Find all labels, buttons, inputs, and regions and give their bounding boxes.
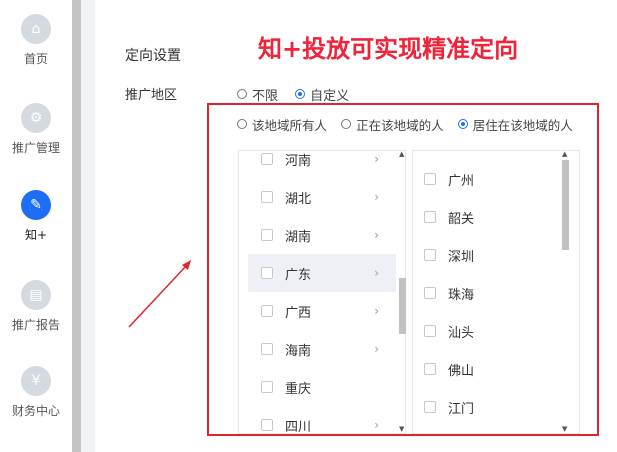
province-name: 河南 (285, 153, 312, 169)
checkbox[interactable] (261, 305, 273, 317)
sidebar-item-zhiplus[interactable]: ✎ 知+ (0, 190, 72, 243)
radio-currently-in-region[interactable]: 正在该地域的人 (341, 115, 444, 134)
radio-checked-icon (295, 89, 306, 99)
list-item-province[interactable]: 湖南 › (239, 216, 396, 254)
radio-label: 该地域所有人 (252, 117, 328, 133)
list-item-city[interactable]: 江门 (413, 392, 474, 422)
report-icon: ▤ (21, 280, 51, 310)
list-item-province[interactable]: 重庆 (239, 368, 396, 406)
chevron-right-icon: › (374, 418, 379, 432)
list-item-city[interactable]: 韶关 (413, 202, 474, 232)
checkbox[interactable] (424, 325, 436, 337)
radio-custom[interactable]: 自定义 (295, 85, 349, 104)
city-scrollbar-thumb[interactable] (562, 160, 569, 250)
checkbox[interactable] (424, 211, 436, 223)
list-item-city[interactable]: 深圳 (413, 240, 474, 270)
city-name: 广州 (448, 173, 475, 189)
checkbox[interactable] (261, 267, 273, 279)
checkbox[interactable] (261, 381, 273, 393)
city-list: 广州 韶关 深圳 珠海 汕头 佛山 江门 (412, 150, 580, 434)
chevron-right-icon: › (374, 266, 379, 280)
radio-icon (237, 89, 247, 99)
city-name: 佛山 (448, 363, 475, 379)
checkbox[interactable] (261, 153, 273, 165)
checkbox[interactable] (261, 343, 273, 355)
list-item-province[interactable]: 河南 › (239, 151, 396, 178)
radio-label: 不限 (252, 88, 279, 104)
scroll-down-icon[interactable]: ▼ (562, 425, 567, 433)
list-item-city[interactable]: 汕头 (413, 316, 474, 346)
sidebar-scrollbar[interactable] (72, 0, 81, 452)
region-label: 推广地区 (125, 88, 178, 103)
resident-type-radio-group: 该地域所有人 正在该地域的人 居住在该地域的人 (237, 114, 582, 134)
radio-label: 居住在该地域的人 (472, 117, 573, 133)
checkbox[interactable] (261, 191, 273, 203)
city-name: 江门 (448, 401, 475, 417)
chevron-right-icon: › (374, 152, 379, 166)
radio-label: 正在该地域的人 (356, 117, 444, 133)
divider (81, 0, 95, 452)
checkbox[interactable] (424, 401, 436, 413)
list-item-province[interactable]: 湖北 › (239, 178, 396, 216)
home-icon: ⌂ (21, 14, 51, 44)
headline-banner: 知+投放可实现精准定向 (258, 35, 519, 63)
province-name: 重庆 (285, 381, 312, 397)
sidebar: ⌂ 首页 ⚙ 推广管理 ✎ 知+ ▤ 推广报告 ¥ 财务中心 (0, 0, 72, 452)
scroll-down-icon[interactable]: ▼ (399, 425, 404, 433)
checkbox[interactable] (261, 229, 273, 241)
chevron-right-icon: › (374, 228, 379, 242)
sidebar-item-home[interactable]: ⌂ 首页 (0, 14, 72, 67)
sidebar-item-promotion-report[interactable]: ▤ 推广报告 (0, 280, 72, 333)
chevron-right-icon: › (374, 190, 379, 204)
list-item-city[interactable]: 珠海 (413, 278, 474, 308)
region-scope-radio-group: 不限 自定义 (237, 84, 361, 104)
checkbox[interactable] (261, 419, 273, 431)
checkbox[interactable] (424, 287, 436, 299)
province-name: 湖南 (285, 229, 312, 245)
checkbox[interactable] (424, 363, 436, 375)
checkbox[interactable] (424, 173, 436, 185)
radio-living-in-region[interactable]: 居住在该地域的人 (457, 115, 573, 134)
yen-icon: ¥ (21, 366, 51, 396)
chevron-right-icon: › (374, 304, 379, 318)
province-name: 广东 (285, 267, 312, 283)
city-name: 汕头 (448, 325, 475, 341)
city-name: 深圳 (448, 249, 475, 265)
sidebar-item-label: 财务中心 (11, 404, 60, 418)
gear-icon: ⚙ (21, 103, 51, 133)
province-name: 湖北 (285, 191, 312, 207)
province-list: 河南 › 湖北 › 湖南 › 广东 › 广西 › 海南 › 重庆 四川 › (238, 150, 406, 434)
radio-checked-icon (457, 119, 468, 129)
list-item-province-selected[interactable]: 广东 › (248, 254, 396, 292)
province-name: 四川 (285, 419, 312, 434)
sidebar-item-label: 推广管理 (11, 141, 60, 155)
list-item-city[interactable]: 佛山 (413, 354, 474, 384)
sidebar-item-finance[interactable]: ¥ 财务中心 (0, 366, 72, 419)
radio-all-people[interactable]: 该地域所有人 (237, 115, 327, 134)
city-name: 珠海 (448, 287, 475, 303)
section-title: 定向设置 (125, 48, 181, 64)
list-item-province[interactable]: 广西 › (239, 292, 396, 330)
chevron-right-icon: › (374, 342, 379, 356)
radio-icon (237, 119, 247, 129)
radio-icon (341, 119, 352, 129)
scroll-up-icon[interactable]: ▲ (562, 150, 567, 158)
city-name: 韶关 (448, 211, 475, 227)
edit-icon: ✎ (21, 190, 51, 220)
radio-unlimited[interactable]: 不限 (237, 85, 278, 104)
sidebar-item-label: 知+ (24, 228, 48, 242)
scroll-up-icon[interactable]: ▲ (399, 150, 404, 158)
checkbox[interactable] (424, 249, 436, 261)
list-item-province[interactable]: 海南 › (239, 330, 396, 368)
sidebar-item-promotion-management[interactable]: ⚙ 推广管理 (0, 103, 72, 156)
sidebar-item-label: 首页 (23, 52, 48, 66)
annotation-arrow-icon (128, 260, 191, 328)
radio-label: 自定义 (310, 88, 350, 104)
sidebar-item-label: 推广报告 (11, 318, 60, 332)
list-item-province[interactable]: 四川 › (239, 406, 396, 434)
province-name: 广西 (285, 305, 312, 321)
list-item-city[interactable]: 广州 (413, 164, 474, 194)
province-scrollbar-thumb[interactable] (399, 278, 406, 334)
province-name: 海南 (285, 343, 312, 359)
